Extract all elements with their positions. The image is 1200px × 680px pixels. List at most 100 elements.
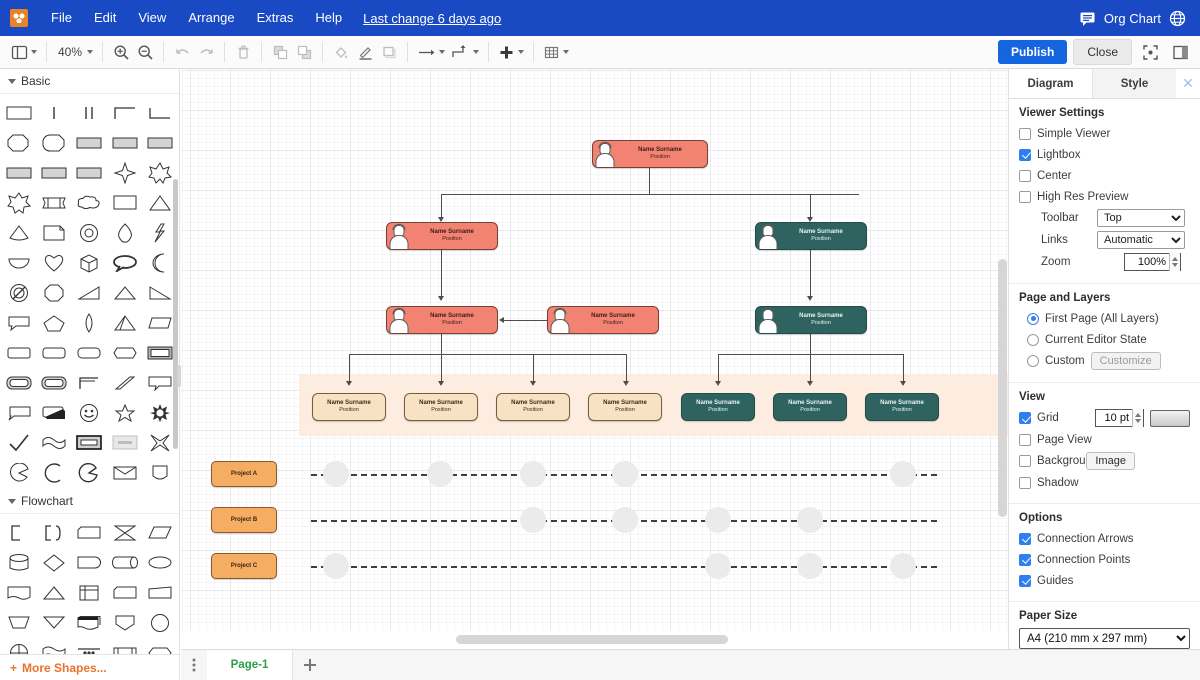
paper-size-select[interactable]: A4 (210 mm x 297 mm) xyxy=(1019,628,1190,649)
last-change-link[interactable]: Last change 6 days ago xyxy=(363,11,501,26)
checkbox-box[interactable] xyxy=(1019,574,1031,587)
timeline-milestone-dot[interactable] xyxy=(890,461,916,487)
flow-extract[interactable] xyxy=(37,578,71,607)
more-vertical-icon[interactable] xyxy=(181,650,207,680)
radio-button[interactable] xyxy=(1027,333,1039,346)
shape-wave[interactable] xyxy=(37,428,71,457)
org-node[interactable]: Name Surname Position xyxy=(588,393,662,421)
timeline-milestone-dot[interactable] xyxy=(427,461,453,487)
checkbox-shadow[interactable]: Shadow xyxy=(1019,474,1190,491)
checkbox-box[interactable] xyxy=(1019,190,1031,203)
shape-sunburst[interactable] xyxy=(143,398,177,427)
checkbox-page-view[interactable]: Page View xyxy=(1019,431,1190,448)
timeline-milestone-dot[interactable] xyxy=(797,553,823,579)
grid-size-spinner[interactable] xyxy=(1132,409,1143,427)
checkbox-high-res-preview[interactable]: High Res Preview xyxy=(1019,188,1190,205)
shape-teardrop[interactable] xyxy=(108,218,142,247)
shape-note[interactable] xyxy=(37,218,71,247)
flow-direct-data[interactable] xyxy=(108,548,142,577)
shape-lens[interactable] xyxy=(72,308,106,337)
shape-diagonal-bar[interactable] xyxy=(108,368,142,397)
tab-style[interactable]: Style xyxy=(1092,69,1176,98)
shape-pacman[interactable] xyxy=(2,458,36,487)
shape-checkmark[interactable] xyxy=(2,428,36,457)
canvas-vertical-scrollbar[interactable] xyxy=(998,259,1007,517)
close-icon[interactable]: ✕ xyxy=(1176,69,1200,98)
radio-button[interactable] xyxy=(1027,355,1039,367)
flow-brace[interactable] xyxy=(37,518,71,547)
shape-partial-arc[interactable] xyxy=(72,458,106,487)
flow-manual-operation[interactable] xyxy=(2,608,36,637)
shape-rectangle[interactable] xyxy=(2,98,36,127)
flow-database[interactable] xyxy=(2,548,36,577)
flow-ellipse[interactable] xyxy=(143,548,177,577)
flow-card-2[interactable] xyxy=(108,578,142,607)
diagram-canvas[interactable]: Name Surname Position Name Surname Position… xyxy=(181,69,1008,649)
org-node[interactable]: Name Surname Position xyxy=(547,306,659,334)
checkbox-guides[interactable]: Guides xyxy=(1019,572,1190,589)
shape-filled-rect-4[interactable] xyxy=(2,158,36,187)
flow-terminator[interactable] xyxy=(72,548,106,577)
shape-filled-rect-2[interactable] xyxy=(108,128,142,157)
shape-no-entry[interactable] xyxy=(2,278,36,307)
menu-edit[interactable]: Edit xyxy=(83,6,127,30)
comment-icon[interactable] xyxy=(1079,10,1096,27)
undo-icon[interactable] xyxy=(170,39,194,65)
links-select[interactable]: Automatic xyxy=(1097,231,1185,249)
shape-heart[interactable] xyxy=(37,248,71,277)
org-node[interactable]: Name Surname Position xyxy=(755,306,867,334)
shape-speech-bubble[interactable] xyxy=(2,308,36,337)
shape-filled-rect-1[interactable] xyxy=(72,128,106,157)
menu-view[interactable]: View xyxy=(127,6,177,30)
shape-donut[interactable] xyxy=(72,218,106,247)
checkbox-box[interactable] xyxy=(1019,553,1031,566)
shape-callout[interactable] xyxy=(108,248,142,277)
menu-file[interactable]: File xyxy=(40,6,83,30)
shape-inner-rect[interactable] xyxy=(143,338,177,367)
timeline-milestone-dot[interactable] xyxy=(520,507,546,533)
shape-rounded-inner-2[interactable] xyxy=(37,368,71,397)
shape-pentagon[interactable] xyxy=(37,308,71,337)
shape-triangle-1[interactable] xyxy=(143,188,177,217)
org-node[interactable]: Name Surname Position xyxy=(404,393,478,421)
flow-card[interactable] xyxy=(72,518,106,547)
flow-document[interactable] xyxy=(2,578,36,607)
flow-internal-storage[interactable] xyxy=(72,578,106,607)
timeline-milestone-dot[interactable] xyxy=(323,461,349,487)
shape-callout-rect-1[interactable] xyxy=(143,368,177,397)
flow-multi-document[interactable] xyxy=(72,608,106,637)
shape-arc-c[interactable] xyxy=(37,458,71,487)
org-node[interactable]: Name Surname Position xyxy=(386,306,498,334)
shape-rounded-rect-1[interactable] xyxy=(2,338,36,367)
checkbox-box[interactable] xyxy=(1019,455,1031,467)
flow-merge-bowtie[interactable] xyxy=(108,518,142,547)
shape-smiley[interactable] xyxy=(72,398,106,427)
shape-octagon[interactable] xyxy=(2,128,36,157)
flow-decision[interactable] xyxy=(37,548,71,577)
checkbox-lightbox[interactable]: Lightbox xyxy=(1019,146,1190,163)
org-node[interactable]: Name Surname Position xyxy=(773,393,847,421)
timeline-milestone-dot[interactable] xyxy=(797,507,823,533)
grid-color-swatch[interactable] xyxy=(1150,409,1190,427)
panel-resize-handle[interactable] xyxy=(177,365,181,387)
flow-pentagon-down[interactable] xyxy=(108,608,142,637)
org-node[interactable]: Name Surname Position xyxy=(496,393,570,421)
menu-arrange[interactable]: Arrange xyxy=(177,6,245,30)
org-node[interactable]: Name Surname Position xyxy=(681,393,755,421)
shape-corner-bl[interactable] xyxy=(143,98,177,127)
shape-cone[interactable] xyxy=(2,218,36,247)
shape-five-point-star[interactable] xyxy=(108,398,142,427)
project-box[interactable]: Project C xyxy=(211,553,277,579)
timeline-milestone-dot[interactable] xyxy=(612,507,638,533)
zoom-in-icon[interactable] xyxy=(109,39,133,65)
shape-seven-point-star[interactable] xyxy=(2,188,36,217)
shape-lightning[interactable] xyxy=(143,218,177,247)
fill-color-icon[interactable] xyxy=(329,39,353,65)
shape-four-point-star[interactable] xyxy=(108,158,142,187)
panel-layout-icon[interactable] xyxy=(8,39,40,65)
shape-rounded-rect-2[interactable] xyxy=(37,338,71,367)
timeline-milestone-dot[interactable] xyxy=(612,461,638,487)
flow-inverted-triangle[interactable] xyxy=(37,608,71,637)
org-node[interactable]: Name Surname Position xyxy=(592,140,708,168)
shape-tape[interactable] xyxy=(143,458,177,487)
